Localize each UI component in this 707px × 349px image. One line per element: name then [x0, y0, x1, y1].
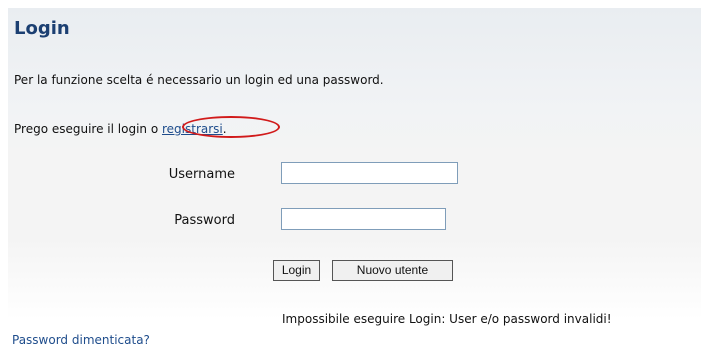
login-page: Login Per la funzione scelta é necessari…: [0, 0, 707, 349]
login-button[interactable]: Login: [273, 260, 320, 281]
username-input[interactable]: [281, 162, 458, 184]
password-label: Password: [174, 213, 235, 228]
login-prompt: Prego eseguire il login o registrarsi.: [14, 122, 227, 136]
password-input[interactable]: [281, 208, 446, 230]
new-user-button[interactable]: Nuovo utente: [332, 260, 453, 281]
intro-text: Per la funzione scelta é necessario un l…: [14, 73, 384, 87]
username-label: Username: [168, 167, 235, 182]
error-message: Impossibile eseguire Login: User e/o pas…: [282, 312, 612, 326]
register-link[interactable]: registrarsi: [162, 122, 223, 136]
forgot-password-link[interactable]: Password dimenticata?: [12, 333, 150, 347]
prompt-prefix: Prego eseguire il login o: [14, 122, 162, 136]
page-title: Login: [14, 18, 70, 39]
prompt-suffix: .: [222, 122, 227, 136]
